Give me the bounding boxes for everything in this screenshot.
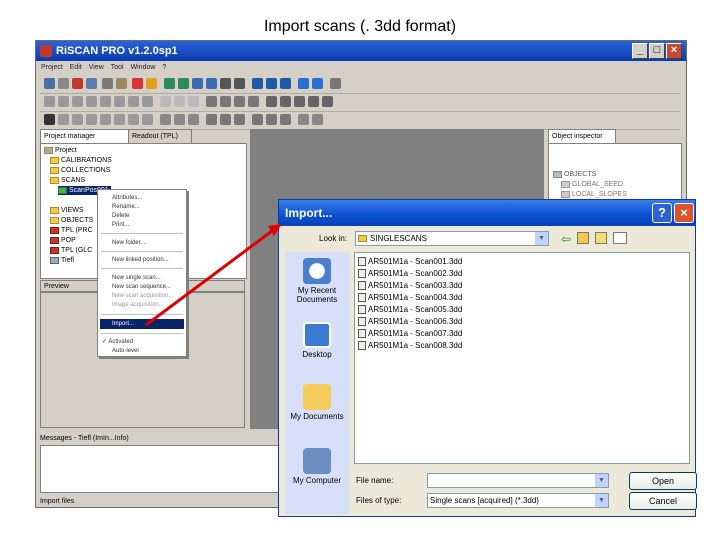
annotation-arrow	[145, 224, 282, 327]
arrow-line	[145, 226, 277, 327]
